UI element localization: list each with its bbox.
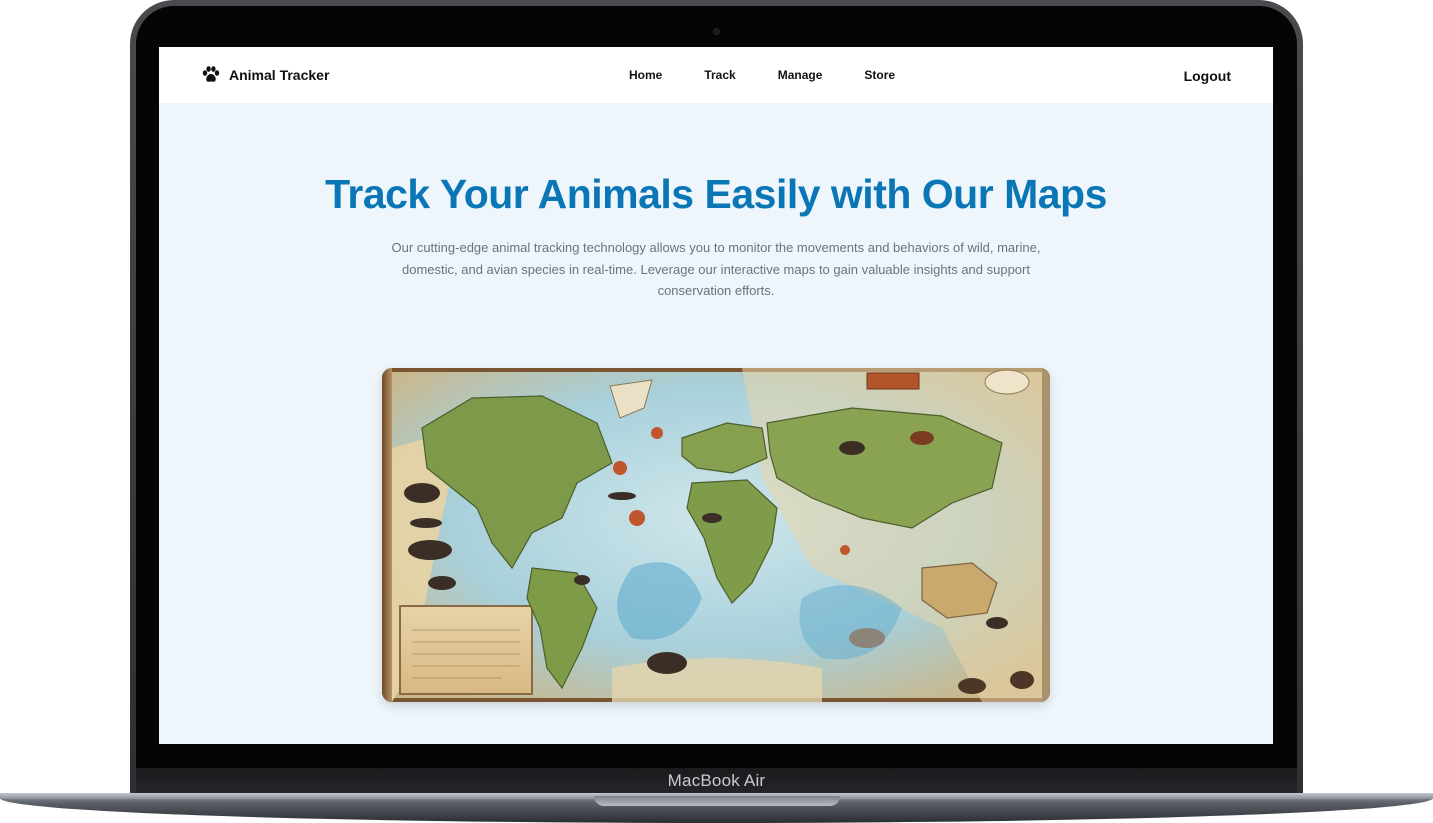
logout-button[interactable]: Logout: [1184, 68, 1231, 84]
nav-links: Home Track Manage Store: [629, 68, 937, 82]
nav-link-manage[interactable]: Manage: [778, 68, 823, 82]
hero-title: Track Your Animals Easily with Our Maps: [325, 171, 1107, 217]
camera-icon: [713, 28, 720, 35]
hero-description: Our cutting-edge animal tracking technol…: [391, 240, 1041, 298]
nav-link-store[interactable]: Store: [864, 68, 895, 82]
laptop-notch: [594, 796, 840, 806]
brand-name: Animal Tracker: [229, 66, 330, 83]
laptop-frame: MacBook Air Animal Tracker Home Track Ma…: [0, 0, 1433, 823]
app-screen: Animal Tracker Home Track Manage Store L…: [159, 47, 1273, 744]
nav-link-home[interactable]: Home: [629, 68, 662, 82]
nav-link-track[interactable]: Track: [704, 68, 735, 82]
brand-logo[interactable]: Animal Tracker: [202, 66, 329, 83]
world-map-image: [382, 368, 1050, 702]
paw-icon: [202, 66, 220, 82]
device-label: MacBook Air: [667, 771, 766, 790]
map-illustration: [382, 368, 1050, 702]
top-navbar: Animal Tracker Home Track Manage Store L…: [159, 47, 1273, 103]
